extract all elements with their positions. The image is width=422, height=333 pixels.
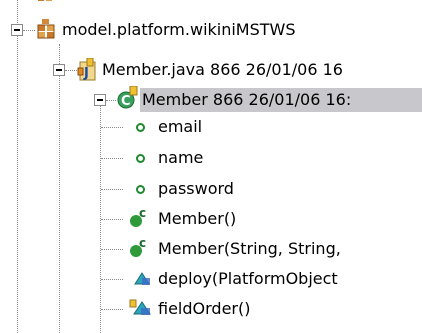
tree-connector xyxy=(101,279,123,280)
tree-node-method-fieldorder[interactable]: fieldOrder() xyxy=(158,297,250,321)
member-label: Member(String, String, xyxy=(158,239,341,258)
tree-node-constructor-args[interactable]: Member(String, String, xyxy=(158,237,341,261)
member-label: password xyxy=(158,179,234,198)
public-field-icon xyxy=(136,123,145,132)
collapse-toggle-package[interactable] xyxy=(11,24,23,36)
tree-node-field-name[interactable]: name xyxy=(158,146,203,170)
tree-guide-compilation-unit xyxy=(59,76,60,333)
tree-node-package[interactable]: model.platform.wikiniMSTWS xyxy=(62,18,296,42)
member-label: name xyxy=(158,148,204,167)
tree-connector xyxy=(23,30,35,31)
member-label: email xyxy=(158,117,203,136)
class-label: Member 866 26/01/06 16: xyxy=(142,90,352,109)
public-field-icon xyxy=(136,154,145,163)
package-icon xyxy=(36,0,58,11)
tree-node-field-password[interactable]: password xyxy=(158,177,234,201)
tree-guide-root xyxy=(17,0,18,333)
constructor-icon: c xyxy=(126,205,154,233)
tree-connector xyxy=(101,158,123,159)
tree-connector xyxy=(101,189,123,190)
package-label: model.platform.wikiniMSTWS xyxy=(62,20,296,39)
svg-text:J: J xyxy=(83,66,89,81)
svg-text:C: C xyxy=(121,94,131,109)
tree-node-class[interactable]: Member 866 26/01/06 16: xyxy=(140,88,422,112)
collapse-toggle-class[interactable] xyxy=(94,94,106,106)
collapse-toggle-compilation-unit[interactable] xyxy=(53,64,65,76)
svg-text:c: c xyxy=(139,206,146,220)
public-field-icon xyxy=(136,185,145,194)
tree-connector xyxy=(101,249,123,250)
package-icon xyxy=(36,18,58,44)
outline-tree: model.platform.wikiniMSTWS J Member.java… xyxy=(0,0,422,333)
tree-node-method-deploy[interactable]: deploy(PlatformObject xyxy=(158,267,338,291)
compilation-unit-label: Member.java 866 26/01/06 16 xyxy=(102,60,343,79)
tree-connector xyxy=(101,309,123,310)
tree-node-compilation-unit[interactable]: Member.java 866 26/01/06 16 xyxy=(102,58,343,82)
member-label: deploy(PlatformObject xyxy=(158,269,338,288)
default-method-icon xyxy=(128,296,156,322)
default-method-icon xyxy=(132,268,154,292)
member-label: fieldOrder() xyxy=(158,299,251,318)
member-label: Member() xyxy=(158,209,237,228)
java-file-icon: J xyxy=(76,57,100,86)
tree-connector xyxy=(101,219,123,220)
tree-node-constructor-default[interactable]: Member() xyxy=(158,207,236,231)
class-icon: C xyxy=(115,85,139,114)
constructor-icon: c xyxy=(126,235,154,263)
tree-connector xyxy=(101,127,123,128)
svg-text:c: c xyxy=(139,236,146,250)
tree-node-field-email[interactable]: email xyxy=(158,115,202,139)
